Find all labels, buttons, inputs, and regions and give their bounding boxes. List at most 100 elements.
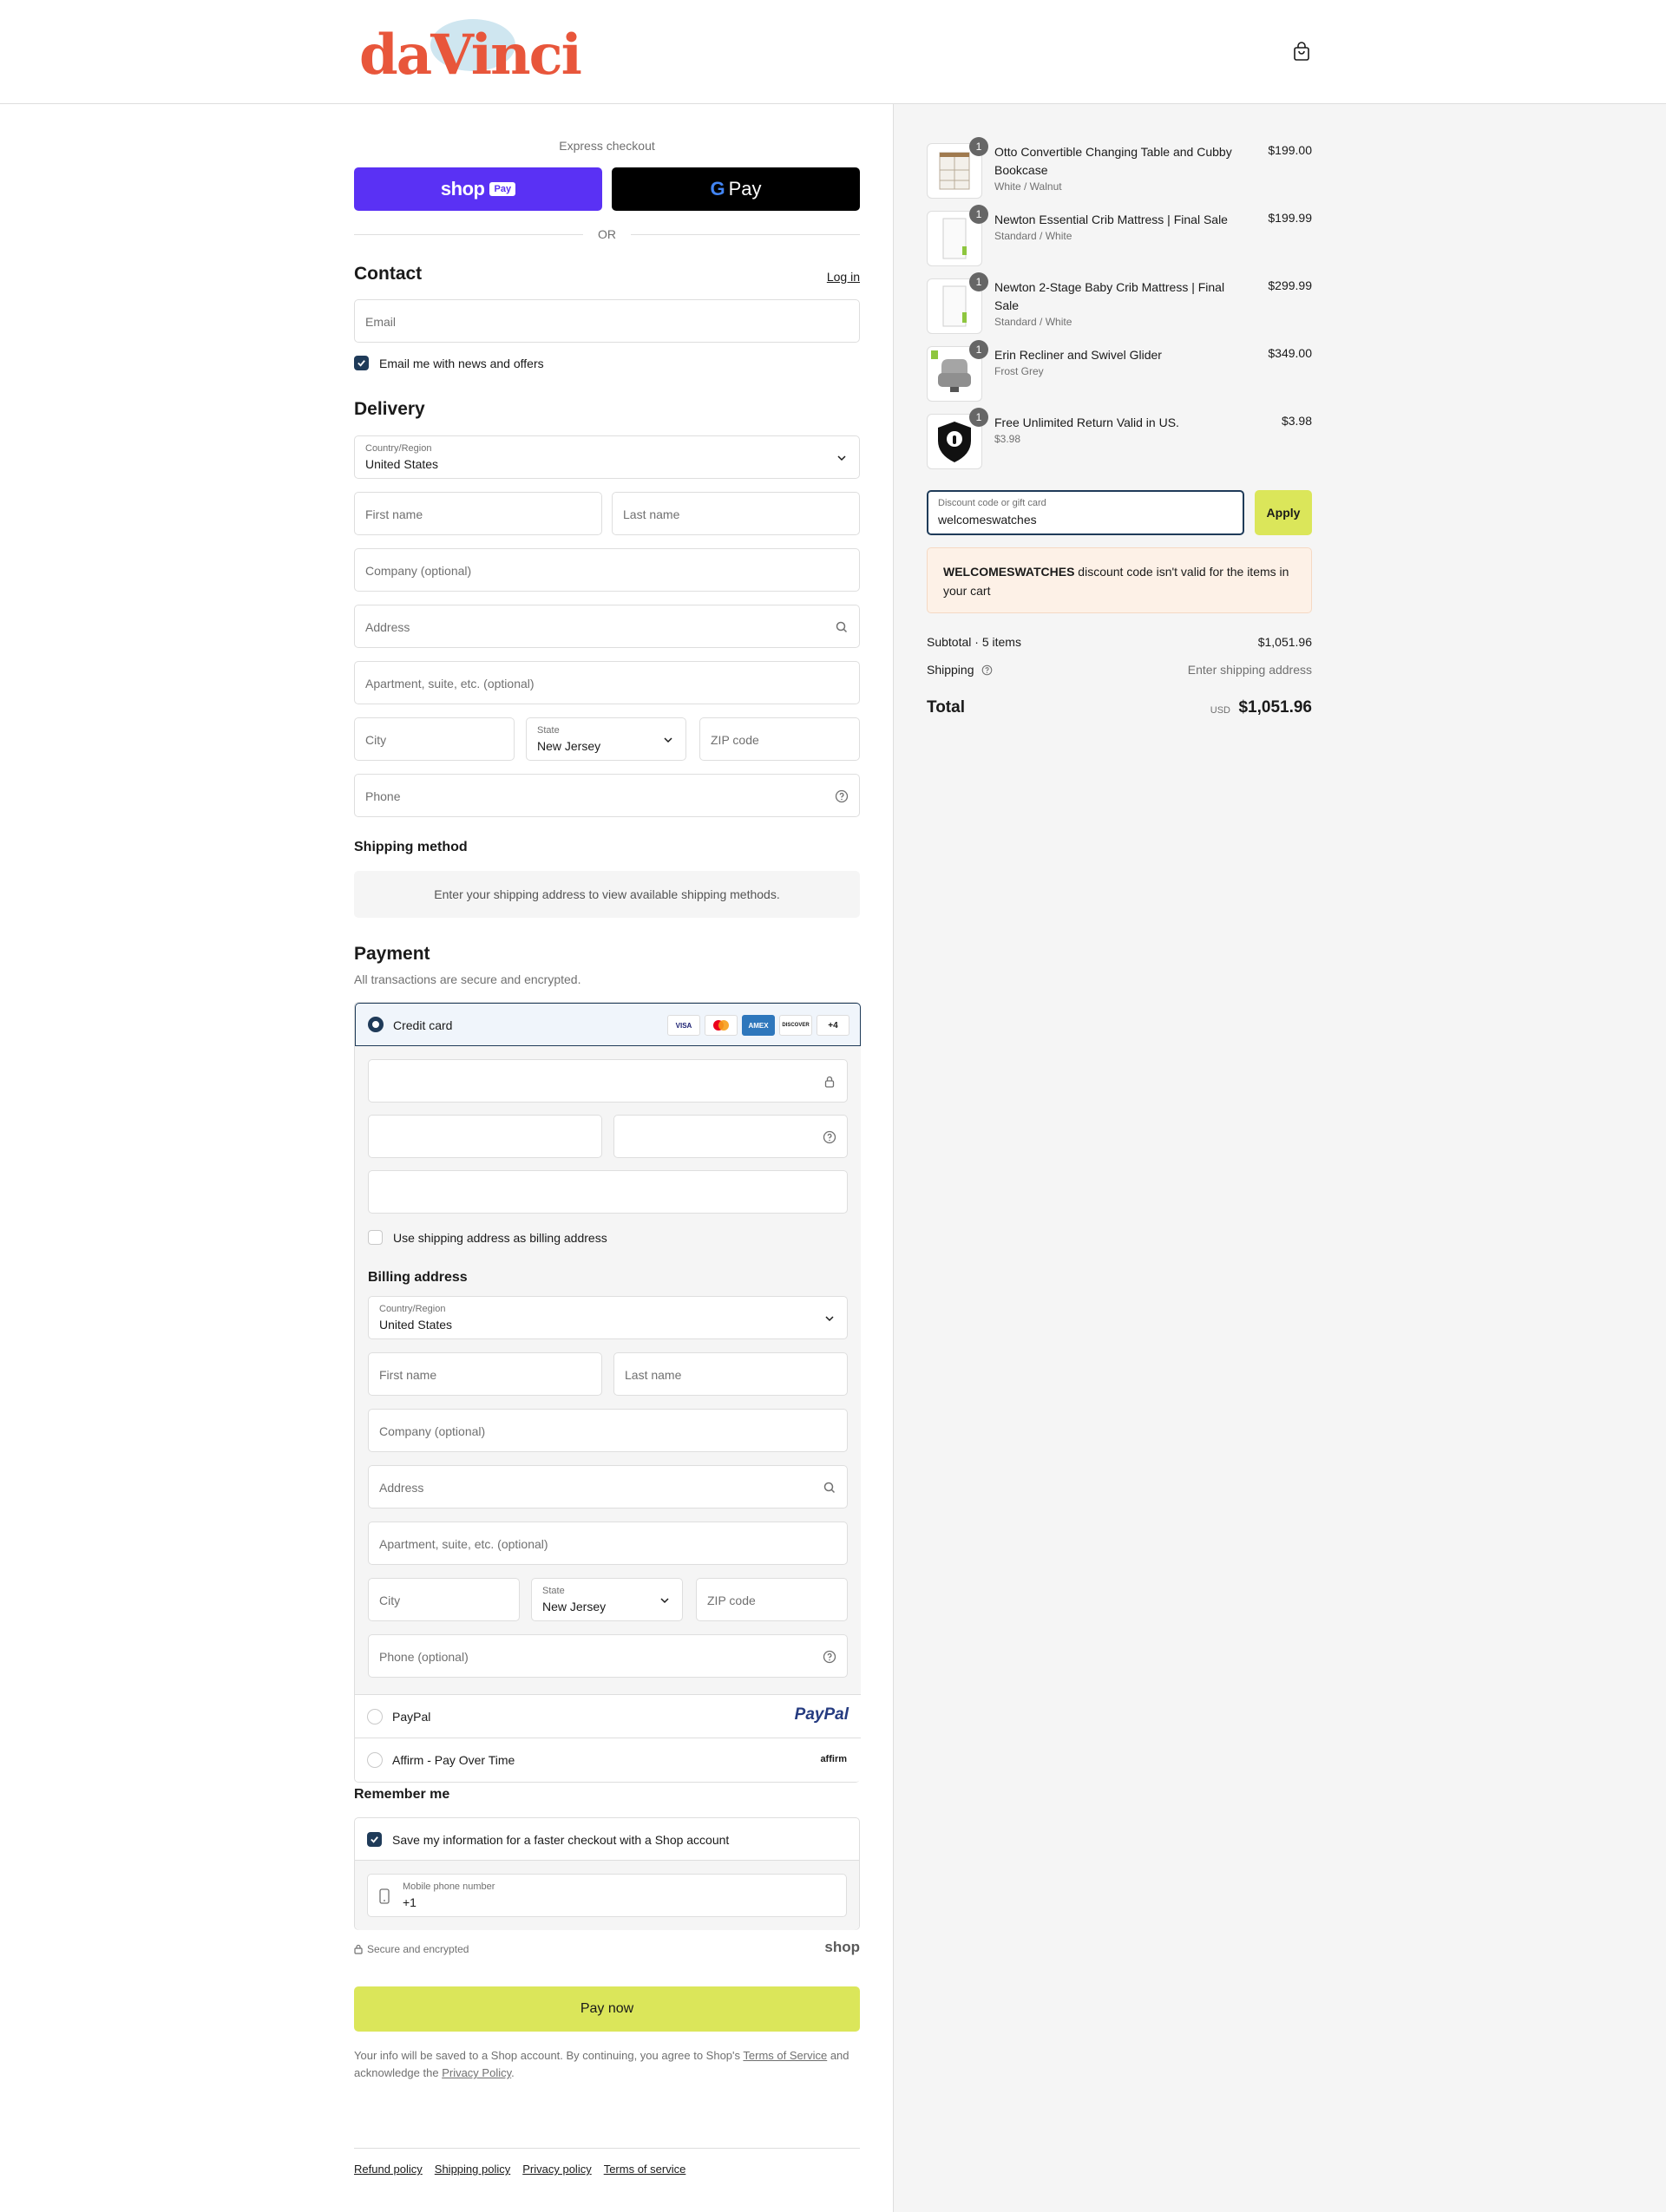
header: daVinci	[0, 0, 1666, 104]
item-name: Newton Essential Crib Mattress | Final S…	[994, 213, 1228, 226]
billing-phone-field[interactable]: Phone (optional)	[368, 1634, 848, 1678]
lock-icon	[824, 1076, 835, 1088]
product-thumbnail: 1	[927, 340, 988, 402]
or-text: OR	[598, 227, 616, 241]
paypal-option[interactable]: PayPal PayPal	[355, 1695, 861, 1738]
product-thumbnail: 1	[927, 408, 988, 469]
state-select[interactable]: State New Jersey	[526, 717, 686, 761]
pay-now-button[interactable]: Pay now	[354, 1986, 860, 2032]
davinci-logo[interactable]: daVinci	[354, 12, 582, 90]
shop-pay-button[interactable]: shop Pay	[354, 167, 602, 211]
cvv-field[interactable]	[613, 1115, 848, 1158]
mastercard-icon	[705, 1015, 738, 1036]
card-number-field[interactable]	[368, 1059, 848, 1103]
company-field[interactable]: Company (optional)	[354, 548, 860, 592]
phone-placeholder: Phone	[365, 789, 401, 803]
paypal-radio[interactable]	[367, 1709, 383, 1724]
billing-state-select[interactable]: State New Jersey	[531, 1578, 683, 1621]
billing-company-placeholder: Company (optional)	[379, 1424, 486, 1438]
search-icon	[823, 1482, 836, 1494]
billing-zip-placeholder: ZIP code	[707, 1594, 756, 1607]
footer-links: Refund policy Shipping policy Privacy po…	[354, 2163, 685, 2176]
news-checkbox[interactable]	[354, 356, 369, 370]
billing-first-name-field[interactable]: First name	[368, 1352, 602, 1396]
visa-icon: VISA	[667, 1015, 700, 1036]
discover-icon: DISCOVER	[779, 1015, 812, 1036]
discount-code-field[interactable]: Discount code or gift card welcomeswatch…	[927, 490, 1244, 535]
address-field[interactable]: Address	[354, 605, 860, 648]
contact-title: Contact	[354, 264, 423, 284]
billing-country-select[interactable]: Country/Region United States	[368, 1296, 848, 1339]
company-placeholder: Company (optional)	[365, 564, 472, 578]
affirm-radio[interactable]	[367, 1752, 383, 1768]
discount-label: Discount code or gift card	[938, 498, 1046, 508]
state-value: New Jersey	[537, 739, 601, 753]
terms-link[interactable]: Terms of Service	[743, 2049, 827, 2062]
card-logos: VISA AMEX DISCOVER +4	[667, 1015, 849, 1036]
first-name-field[interactable]: First name	[354, 492, 602, 535]
zip-placeholder: ZIP code	[711, 733, 759, 747]
item-price: $349.00	[1268, 346, 1312, 360]
shop-logo: shop	[824, 1939, 860, 1955]
last-name-field[interactable]: Last name	[612, 492, 860, 535]
help-circle-icon[interactable]	[981, 664, 993, 676]
help-circle-icon[interactable]	[835, 789, 849, 803]
billing-phone-placeholder: Phone (optional)	[379, 1650, 469, 1664]
city-placeholder: City	[365, 733, 387, 747]
save-info-checkbox[interactable]	[367, 1832, 382, 1847]
item-variant: Standard / White	[994, 316, 1072, 328]
email-field[interactable]: Email	[354, 299, 860, 343]
item-name: Otto Convertible Changing Table and Cubb…	[994, 145, 1232, 177]
shopping-bag-icon[interactable]	[1291, 42, 1312, 62]
use-shipping-checkbox[interactable]	[368, 1230, 383, 1245]
apartment-field[interactable]: Apartment, suite, etc. (optional)	[354, 661, 860, 704]
express-checkout-title: Express checkout	[559, 139, 655, 153]
billing-apartment-field[interactable]: Apartment, suite, etc. (optional)	[368, 1522, 848, 1565]
billing-first-name-placeholder: First name	[379, 1368, 437, 1382]
item-variant: White / Walnut	[994, 180, 1062, 193]
terms-of-service-link[interactable]: Terms of service	[604, 2163, 686, 2176]
item-name: Erin Recliner and Swivel Glider	[994, 348, 1162, 362]
payment-methods: Credit card VISA AMEX DISCOVER +4 Use sh…	[354, 1002, 861, 1783]
billing-company-field[interactable]: Company (optional)	[368, 1409, 848, 1452]
paypal-logo: PayPal	[794, 1705, 849, 1724]
discount-error-message: WELCOMESWATCHES discount code isn't vali…	[927, 547, 1312, 613]
privacy-link[interactable]: Privacy Policy	[442, 2066, 511, 2079]
country-label: Country/Region	[365, 443, 432, 454]
login-link[interactable]: Log in	[827, 270, 860, 284]
discount-value: welcomeswatches	[938, 513, 1037, 527]
apply-button[interactable]: Apply	[1255, 490, 1312, 535]
credit-card-option[interactable]: Credit card VISA AMEX DISCOVER +4	[355, 1003, 861, 1046]
country-select[interactable]: Country/Region United States	[354, 435, 860, 479]
city-field[interactable]: City	[354, 717, 515, 761]
billing-country-label: Country/Region	[379, 1304, 446, 1314]
phone-field[interactable]: Phone	[354, 774, 860, 817]
help-circle-icon[interactable]	[823, 1650, 836, 1664]
google-pay-button[interactable]: G Pay	[612, 167, 860, 211]
zip-field[interactable]: ZIP code	[699, 717, 860, 761]
affirm-option[interactable]: Affirm - Pay Over Time affirm	[355, 1738, 861, 1782]
credit-card-radio[interactable]	[368, 1017, 384, 1032]
legal-text-part: Your info will be saved to a Shop accoun…	[354, 2049, 744, 2062]
total-row: Total USD $1,051.96	[927, 698, 1312, 723]
payment-title: Payment	[354, 944, 430, 964]
help-circle-icon[interactable]	[823, 1130, 836, 1144]
expiry-field[interactable]	[368, 1115, 602, 1158]
shipping-policy-link[interactable]: Shipping policy	[435, 2163, 510, 2176]
refund-policy-link[interactable]: Refund policy	[354, 2163, 423, 2176]
billing-city-field[interactable]: City	[368, 1578, 520, 1621]
billing-last-name-field[interactable]: Last name	[613, 1352, 848, 1396]
affirm-logo: affirm	[820, 1754, 847, 1764]
item-price: $199.00	[1268, 143, 1312, 157]
billing-address-field[interactable]: Address	[368, 1465, 848, 1508]
product-thumbnail: 1	[927, 272, 988, 334]
item-price: $199.99	[1268, 211, 1312, 225]
shop-pay-label: shop	[440, 178, 485, 200]
privacy-policy-link[interactable]: Privacy policy	[522, 2163, 591, 2176]
mobile-phone-field[interactable]: Mobile phone number +1	[367, 1874, 847, 1917]
apartment-placeholder: Apartment, suite, etc. (optional)	[365, 677, 535, 690]
billing-apartment-placeholder: Apartment, suite, etc. (optional)	[379, 1537, 548, 1551]
billing-zip-field[interactable]: ZIP code	[696, 1578, 848, 1621]
quantity-badge: 1	[969, 408, 988, 427]
cardholder-name-field[interactable]	[368, 1170, 848, 1214]
